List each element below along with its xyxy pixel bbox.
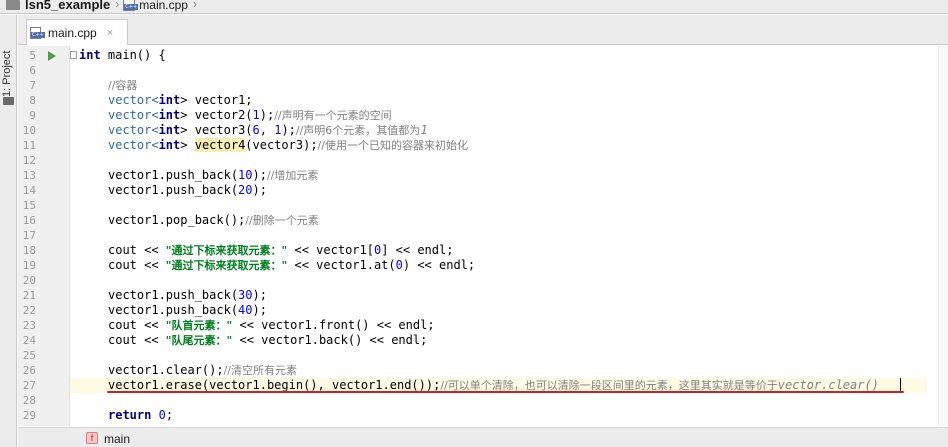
tool-window-strip: 1: Project xyxy=(0,15,17,447)
project-folder-icon xyxy=(3,97,14,105)
editor-tab-bar: C++ main.cpp × xyxy=(18,15,948,45)
line-number: 19 xyxy=(22,259,36,272)
error-stripe-scrollbar[interactable] xyxy=(938,46,948,426)
line-number: 24 xyxy=(22,334,36,347)
code-line-16: vector1.pop_back();//删除一个元素 xyxy=(108,213,319,227)
chevron-right-icon: › xyxy=(115,0,120,11)
fold-icon[interactable] xyxy=(70,51,77,59)
code-line-29: return 0; xyxy=(108,408,174,422)
breadcrumb-function-main[interactable]: main xyxy=(104,432,130,446)
code-line-19: cout << "通过下标来获取元素：" << vector1.at(0) <<… xyxy=(108,258,476,272)
breadcrumb-file[interactable]: main.cpp xyxy=(139,0,188,12)
code-line-24: cout << "队尾元素：" << vector1.back() << end… xyxy=(108,333,428,347)
cpp-file-icon: C++ xyxy=(123,0,139,11)
chevron-right-icon: › xyxy=(192,0,197,11)
line-number: 6 xyxy=(29,64,36,77)
code-line-9: vector<int> vector2(1);//声明有一个元素的空间 xyxy=(108,108,392,122)
line-number: 5 xyxy=(29,49,36,62)
line-number: 11 xyxy=(22,139,36,152)
project-tool-button[interactable]: 1: Project xyxy=(1,37,16,97)
code-line-22: vector1.push_back(40); xyxy=(108,303,267,317)
line-number: 7 xyxy=(29,79,36,92)
cpp-file-icon: C++ xyxy=(30,26,45,39)
run-icon[interactable] xyxy=(48,51,56,61)
line-number: 10 xyxy=(22,124,36,137)
code-line-10: vector<int> vector3(6, 1);//声明6个元素，其值都为1 xyxy=(108,123,428,137)
line-number: 9 xyxy=(29,109,36,122)
line-number: 16 xyxy=(22,214,36,227)
code-line-26: vector1.clear();//清空所有元素 xyxy=(108,363,298,377)
code-line-21: vector1.push_back(30); xyxy=(108,288,267,302)
text-caret xyxy=(900,378,901,392)
line-number: 12 xyxy=(22,154,36,167)
line-number: 23 xyxy=(22,319,36,332)
line-number: 27 xyxy=(22,379,36,392)
line-number: 25 xyxy=(22,349,36,362)
line-number: 20 xyxy=(22,274,36,287)
line-number: 29 xyxy=(22,409,36,422)
code-line-18: cout << "通过下标来获取元素：" << vector1[0] << en… xyxy=(108,243,454,257)
code-editor[interactable]: int main() { //容器 vector<int> vector1; v… xyxy=(70,46,948,426)
navigation-bar: lsn5_example › C++ main.cpp › xyxy=(0,0,948,14)
code-breadcrumb-bar: f main xyxy=(18,427,948,447)
code-line-11: vector<int> vector4(vector3);//使用一个已知的容器… xyxy=(108,138,468,152)
line-number: 22 xyxy=(22,304,36,317)
line-number: 21 xyxy=(22,289,36,302)
code-line-13: vector1.push_back(10);//增加元素 xyxy=(108,168,319,182)
folder-icon xyxy=(6,0,20,10)
line-number: 28 xyxy=(22,394,36,407)
function-icon: f xyxy=(86,432,98,444)
tab-main-cpp[interactable]: C++ main.cpp × xyxy=(26,19,128,45)
code-line-8: vector<int> vector1; xyxy=(108,93,253,107)
close-icon[interactable]: × xyxy=(107,27,113,39)
line-number: 13 xyxy=(22,169,36,182)
tab-label: main.cpp xyxy=(48,25,97,40)
code-line-7: //容器 xyxy=(108,79,138,92)
red-underline-annotation xyxy=(107,391,904,393)
line-number: 8 xyxy=(29,94,36,107)
code-line-5: int main() { xyxy=(79,48,166,62)
line-number: 17 xyxy=(22,229,36,242)
breadcrumb-project[interactable]: lsn5_example xyxy=(25,0,110,12)
editor-gutter: 5 6 7 8 9 10 11 12 13 14 15 16 17 18 19 … xyxy=(18,46,77,426)
code-line-23: cout << "队首元素：" << vector1.front() << en… xyxy=(108,318,435,332)
line-number: 14 xyxy=(22,184,36,197)
code-line-14: vector1.push_back(20); xyxy=(108,183,267,197)
line-number: 15 xyxy=(22,199,36,212)
line-number: 18 xyxy=(22,244,36,257)
line-number: 26 xyxy=(22,364,36,377)
